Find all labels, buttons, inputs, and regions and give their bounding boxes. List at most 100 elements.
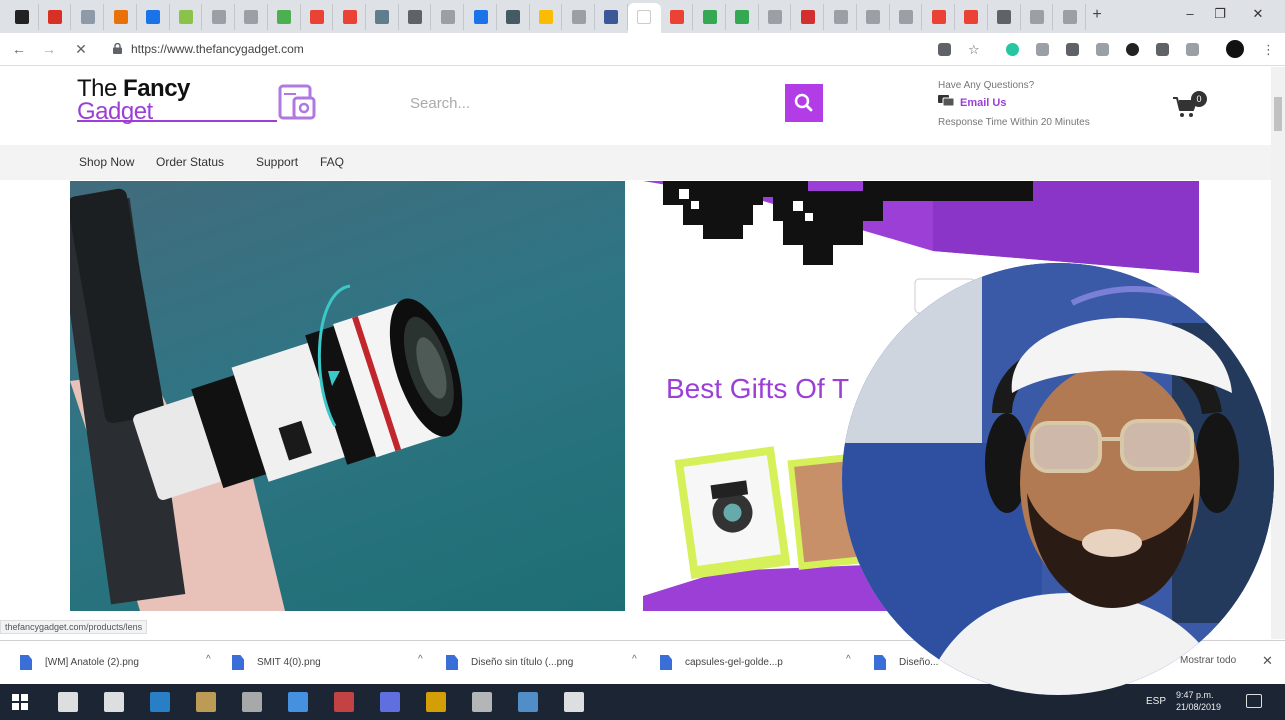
extension-icon[interactable]: [1156, 43, 1169, 56]
input-language-indicator[interactable]: ESP: [1146, 696, 1166, 707]
browser-tab[interactable]: [824, 4, 857, 30]
nav-shop-now[interactable]: Shop Now: [79, 155, 134, 169]
browser-tab[interactable]: [595, 4, 628, 30]
browser-tab[interactable]: [366, 4, 399, 30]
show-all-downloads-link[interactable]: Mostrar todo: [1180, 655, 1236, 666]
tab-favicon-icon: [1062, 10, 1077, 24]
close-download-shelf-icon[interactable]: ✕: [1262, 653, 1273, 669]
close-window-button[interactable]: ✕: [1248, 6, 1268, 24]
file-icon: [20, 655, 32, 670]
browser-tab[interactable]: [301, 4, 334, 30]
taskbar-app-icon[interactable]: [334, 692, 354, 712]
tab-favicon-icon: [538, 10, 553, 24]
forward-button[interactable]: →: [40, 40, 58, 58]
back-button[interactable]: ←: [10, 40, 28, 58]
file-icon: [874, 655, 886, 670]
browser-tab[interactable]: [693, 4, 726, 30]
download-item[interactable]: SMIT 4(0).png ^: [232, 649, 442, 677]
browser-tab[interactable]: [6, 4, 39, 30]
browser-tab[interactable]: [464, 4, 497, 30]
action-center-icon[interactable]: [1246, 694, 1262, 708]
nav-support[interactable]: Support: [256, 155, 298, 169]
extension-icon[interactable]: [1096, 43, 1109, 56]
maximize-button[interactable]: ❐: [1210, 6, 1230, 24]
taskbar-app-icon[interactable]: [196, 692, 216, 712]
browser-tab[interactable]: [922, 4, 956, 30]
browser-tab[interactable]: [71, 4, 105, 30]
nav-order-status[interactable]: Order Status: [156, 155, 224, 169]
browser-tab[interactable]: [399, 4, 432, 30]
chevron-up-icon[interactable]: ^: [846, 654, 851, 665]
browser-tab[interactable]: [759, 4, 792, 30]
browser-tab[interactable]: [39, 4, 72, 30]
lock-icon: [113, 43, 122, 54]
bookmark-star-icon[interactable]: ☆: [968, 43, 981, 56]
download-item[interactable]: [WM] Anatole (2).png ^: [20, 649, 230, 677]
taskbar-app-icon[interactable]: [242, 692, 262, 712]
nav-faq[interactable]: FAQ: [320, 155, 344, 169]
taskbar-clock-date[interactable]: 21/08/2019: [1176, 702, 1221, 712]
address-bar[interactable]: https://www.thefancygadget.com: [103, 38, 923, 61]
logo-gadget-icon[interactable]: [278, 84, 318, 122]
browser-tab[interactable]: [726, 4, 759, 30]
browser-tab[interactable]: [988, 4, 1021, 30]
browser-tab[interactable]: [497, 4, 530, 30]
chevron-up-icon[interactable]: ^: [418, 654, 423, 665]
page-scrollbar[interactable]: [1271, 67, 1285, 639]
taskbar-app-icon[interactable]: [380, 692, 400, 712]
browser-tab[interactable]: [202, 4, 236, 30]
scrollbar-thumb[interactable]: [1274, 97, 1282, 131]
windows-start-icon[interactable]: [12, 694, 28, 710]
taskbar-app-icon[interactable]: [104, 692, 124, 712]
browser-tab[interactable]: [333, 4, 366, 30]
hero-banner-lens[interactable]: [70, 181, 625, 611]
taskbar-app-icon[interactable]: [288, 692, 308, 712]
extension-icon[interactable]: [1036, 43, 1049, 56]
browser-tab[interactable]: [1053, 4, 1086, 30]
tab-favicon-icon: [669, 10, 684, 24]
browser-tab[interactable]: [268, 4, 301, 30]
browser-tab[interactable]: [431, 4, 465, 30]
chevron-up-icon[interactable]: ^: [206, 654, 211, 665]
browser-tab[interactable]: [170, 4, 203, 30]
taskbar-app-icon[interactable]: [564, 692, 584, 712]
download-item[interactable]: Diseño sin título (...png ^: [446, 649, 656, 677]
search-input[interactable]: [400, 84, 785, 122]
tab-favicon-icon: [604, 10, 619, 24]
browser-tab-active[interactable]: [627, 3, 661, 33]
taskbar-app-icon[interactable]: [58, 692, 78, 712]
extension-icon[interactable]: [1126, 43, 1139, 56]
search-button[interactable]: [785, 84, 823, 122]
extension-icon[interactable]: [1006, 43, 1019, 56]
new-tab-button[interactable]: +: [1088, 6, 1106, 24]
download-filename: [WM] Anatole (2).png: [45, 657, 139, 668]
response-time-text: Response Time Within 20 Minutes: [938, 117, 1090, 128]
taskbar-app-icon[interactable]: [472, 692, 492, 712]
chevron-up-icon[interactable]: ^: [632, 654, 637, 665]
extension-icon[interactable]: [1186, 43, 1199, 56]
browser-tab[interactable]: [1021, 4, 1054, 30]
taskbar-clock-time[interactable]: 9:47 p.m.: [1176, 689, 1214, 702]
download-item[interactable]: capsules-gel-golde...p ^: [660, 649, 870, 677]
taskbar-app-icon[interactable]: [150, 692, 170, 712]
browser-tab[interactable]: [530, 4, 563, 30]
taskbar-app-icon[interactable]: [426, 692, 446, 712]
tab-favicon-icon: [113, 10, 128, 24]
browser-tab[interactable]: [104, 4, 137, 30]
browser-tab[interactable]: [562, 4, 596, 30]
browser-tab[interactable]: [955, 4, 988, 30]
extension-icon[interactable]: [938, 43, 951, 56]
stop-loading-button[interactable]: ✕: [72, 40, 90, 58]
menu-kebab-icon[interactable]: ⋮: [1262, 43, 1275, 56]
browser-tab[interactable]: [661, 4, 694, 30]
email-us-link[interactable]: Email Us: [960, 97, 1006, 109]
minimize-button[interactable]: –: [1180, 6, 1200, 24]
taskbar-app-icon[interactable]: [518, 692, 538, 712]
browser-tab[interactable]: [235, 4, 268, 30]
browser-tab[interactable]: [890, 4, 923, 30]
browser-tab[interactable]: [857, 4, 890, 30]
browser-tab[interactable]: [791, 4, 825, 30]
extension-icon[interactable]: [1066, 43, 1079, 56]
profile-avatar[interactable]: [1226, 40, 1244, 58]
browser-tab[interactable]: [137, 4, 170, 30]
